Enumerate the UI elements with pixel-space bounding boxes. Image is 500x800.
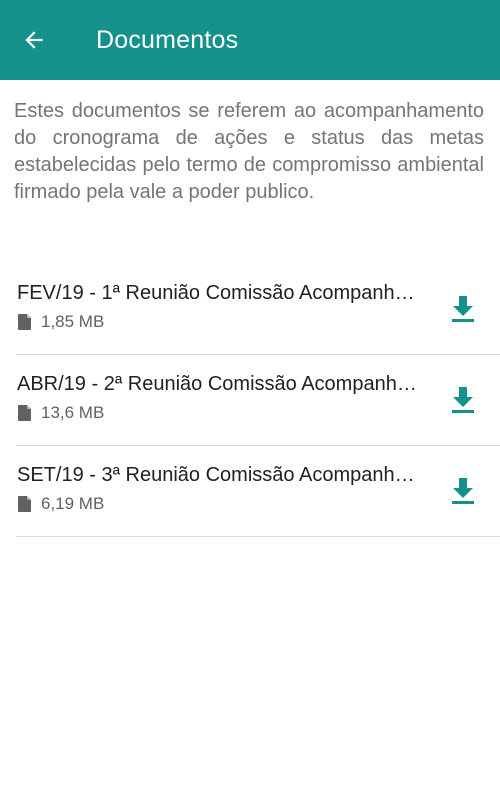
file-icon xyxy=(18,314,31,330)
file-icon xyxy=(18,405,31,421)
file-size: 1,85 MB xyxy=(41,312,105,331)
download-icon xyxy=(452,387,474,413)
download-button[interactable] xyxy=(446,474,480,508)
list-item[interactable]: FEV/19 - 1ª Reunião Comissão Acompanhame… xyxy=(16,264,500,355)
file-size: 6,19 MB xyxy=(41,494,105,513)
list-item[interactable]: SET/19 - 3ª Reunião Comissão Acompanhame… xyxy=(16,446,500,537)
document-meta: 6,19 MB xyxy=(18,494,104,514)
download-button[interactable] xyxy=(446,383,480,417)
back-button[interactable] xyxy=(0,0,68,80)
document-meta: 1,85 MB xyxy=(18,312,104,332)
arrow-left-icon xyxy=(25,31,43,49)
file-icon xyxy=(18,496,31,512)
download-icon xyxy=(452,478,474,504)
download-icon xyxy=(452,296,474,322)
document-meta: 13,6 MB xyxy=(18,403,104,423)
page-title: Documentos xyxy=(96,25,239,54)
document-title: ABR/19 - 2ª Reunião Comissão Acompanhame… xyxy=(17,373,422,395)
document-list: FEV/19 - 1ª Reunião Comissão Acompanhame… xyxy=(16,264,500,537)
file-size: 13,6 MB xyxy=(41,403,105,422)
app-bar: Documentos xyxy=(0,0,500,80)
list-item[interactable]: ABR/19 - 2ª Reunião Comissão Acompanhame… xyxy=(16,355,500,446)
intro-text: Estes documentos se referem ao acompanha… xyxy=(14,100,484,203)
document-title: SET/19 - 3ª Reunião Comissão Acompanhame… xyxy=(17,464,422,486)
download-button[interactable] xyxy=(446,292,480,326)
document-title: FEV/19 - 1ª Reunião Comissão Acompanhame… xyxy=(17,282,422,304)
